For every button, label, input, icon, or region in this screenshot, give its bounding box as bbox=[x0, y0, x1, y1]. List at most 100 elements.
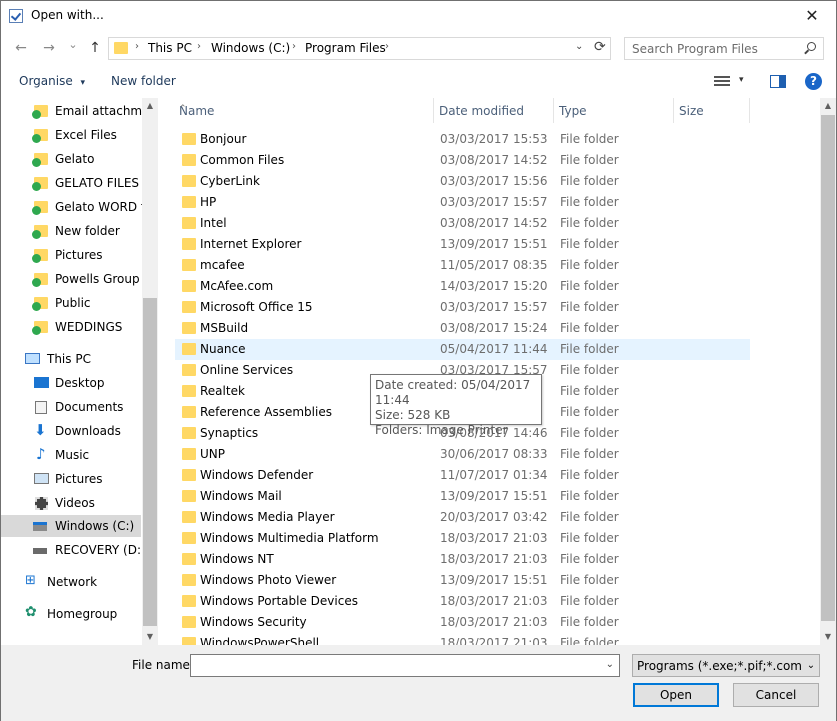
sidebar-item-pictures[interactable]: Pictures bbox=[1, 468, 141, 490]
sidebar-item-powells-group[interactable]: Powells Group bbox=[1, 268, 141, 290]
sidebar-item-email-attachments[interactable]: Email attachmer bbox=[1, 100, 154, 122]
file-date-modified: 30/06/2017 08:33 bbox=[440, 447, 548, 461]
breadcrumb-this-pc[interactable]: This PC bbox=[148, 41, 192, 55]
new-folder-button[interactable]: New folder bbox=[111, 74, 176, 88]
breadcrumb-program-files[interactable]: Program Files bbox=[305, 41, 386, 55]
file-name: mcafee bbox=[200, 258, 245, 272]
file-list: Name ⌃ Date modified Type Size Bonjour 03… bbox=[158, 98, 820, 645]
file-row[interactable]: Windows Mail 13/09/2017 15:51 File folder bbox=[175, 486, 750, 507]
back-arrow-icon[interactable]: ← bbox=[12, 39, 30, 57]
file-row[interactable]: Windows Defender 11/07/2017 01:34 File fol… bbox=[175, 465, 750, 486]
file-list-scrollbar[interactable]: ▲ ▼ bbox=[820, 98, 836, 645]
file-date-modified: 03/03/2017 15:53 bbox=[440, 132, 548, 146]
refresh-icon[interactable]: ⟳ bbox=[594, 39, 606, 55]
address-bar[interactable]: › This PC › Windows (C:) › Program Files… bbox=[108, 37, 611, 60]
file-row[interactable]: Windows Photo Viewer 13/09/2017 15:51 File… bbox=[175, 570, 750, 591]
organise-button[interactable]: Organise ▾ bbox=[19, 74, 85, 88]
file-row[interactable]: Bonjour 03/03/2017 15:53 File folder bbox=[175, 129, 750, 150]
file-row[interactable]: MSBuild 03/08/2017 15:24 File folder bbox=[175, 318, 750, 339]
cancel-button[interactable]: Cancel bbox=[733, 683, 819, 707]
breadcrumb-windows-c[interactable]: Windows (C:) bbox=[211, 41, 290, 55]
recent-locations-icon[interactable]: ⌄ bbox=[64, 36, 82, 54]
file-row[interactable]: Internet Explorer 13/09/2017 15:51 File fo… bbox=[175, 234, 750, 255]
file-type: File folder bbox=[560, 342, 619, 356]
search-icon[interactable] bbox=[804, 42, 816, 54]
sidebar-item-music[interactable]: ♪ Music bbox=[1, 444, 141, 466]
file-row[interactable]: Common Files 03/08/2017 14:52 File folder bbox=[175, 150, 750, 171]
file-name: Common Files bbox=[200, 153, 285, 167]
sidebar-item-label: Downloads bbox=[55, 424, 121, 438]
file-row[interactable]: Nuance 05/04/2017 11:44 File folder bbox=[175, 339, 750, 360]
sidebar-item-recovery-d[interactable]: RECOVERY (D:) bbox=[1, 539, 146, 561]
sidebar-item-homegroup[interactable]: ✿ Homegroup bbox=[1, 603, 141, 625]
sidebar-item-gelato-word-files[interactable]: Gelato WORD fil bbox=[1, 196, 152, 218]
scroll-up-arrow-icon[interactable]: ▲ bbox=[820, 98, 836, 114]
folder-icon bbox=[182, 511, 196, 523]
column-header-name[interactable]: Name ⌃ bbox=[174, 98, 434, 123]
file-row[interactable]: Windows Portable Devices 18/03/2017 21:03… bbox=[175, 591, 750, 612]
file-row[interactable]: CyberLink 03/03/2017 15:56 File folder bbox=[175, 171, 750, 192]
chevron-down-icon[interactable]: ▾ bbox=[739, 75, 744, 85]
folder-icon bbox=[182, 574, 196, 586]
file-type: File folder bbox=[560, 300, 619, 314]
column-header-size[interactable]: Size bbox=[674, 98, 750, 123]
file-type-filter[interactable]: Programs (*.exe;*.pif;*.com;*.bat;*.cmd)… bbox=[632, 654, 820, 677]
scrollbar-thumb[interactable] bbox=[821, 115, 835, 621]
sidebar-item-gelato-files[interactable]: GELATO FILES bbox=[1, 172, 141, 194]
sidebar-item-windows-c[interactable]: Windows (C:) bbox=[1, 515, 141, 537]
search-input[interactable]: Search Program Files bbox=[624, 37, 824, 60]
up-arrow-icon[interactable]: ↑ bbox=[86, 39, 104, 57]
file-name-input[interactable]: ⌄ bbox=[190, 654, 620, 677]
file-date-modified: 18/03/2017 21:03 bbox=[440, 531, 548, 545]
file-row[interactable]: mcafee 11/05/2017 08:35 File folder bbox=[175, 255, 750, 276]
sidebar-item-pictures-folder[interactable]: Pictures bbox=[1, 244, 141, 266]
scroll-down-arrow-icon[interactable]: ▼ bbox=[820, 629, 836, 645]
file-type-filter-value: Programs (*.exe;*.pif;*.com;*.bat;*.cmd) bbox=[637, 659, 819, 673]
folder-icon bbox=[182, 532, 196, 544]
help-icon[interactable]: ? bbox=[805, 73, 822, 90]
sidebar-item-weddings[interactable]: WEDDINGS bbox=[1, 316, 141, 338]
sidebar-item-desktop[interactable]: Desktop bbox=[1, 372, 141, 394]
sidebar-item-network[interactable]: ⊞ Network bbox=[1, 571, 141, 593]
navigation-scrollbar[interactable]: ▲ ▼ bbox=[142, 98, 158, 645]
forward-arrow-icon[interactable]: → bbox=[40, 39, 58, 57]
scroll-up-arrow-icon[interactable]: ▲ bbox=[142, 98, 158, 114]
sidebar-item-label: Documents bbox=[55, 400, 124, 414]
open-button[interactable]: Open bbox=[633, 683, 719, 707]
file-name: Windows NT bbox=[200, 552, 274, 566]
file-name: McAfee.com bbox=[200, 279, 274, 293]
file-row[interactable]: Windows Security 18/03/2017 21:03 File fol… bbox=[175, 612, 750, 633]
close-button[interactable]: ✕ bbox=[792, 3, 832, 29]
scroll-down-arrow-icon[interactable]: ▼ bbox=[142, 629, 158, 645]
file-row[interactable]: WindowsPowerShell 18/03/2017 21:03 File fo… bbox=[175, 633, 750, 645]
sidebar-item-gelato[interactable]: Gelato bbox=[1, 148, 141, 170]
file-row[interactable]: Microsoft Office 15 03/03/2017 15:57 File … bbox=[175, 297, 750, 318]
sidebar-item-downloads[interactable]: ⬇ Downloads bbox=[1, 420, 141, 442]
sidebar-item-this-pc[interactable]: This PC bbox=[1, 348, 141, 370]
file-row[interactable]: Intel 03/08/2017 14:52 File folder bbox=[175, 213, 750, 234]
file-row[interactable]: McAfee.com 14/03/2017 15:20 File folder bbox=[175, 276, 750, 297]
sidebar-item-videos[interactable]: Videos bbox=[1, 492, 141, 514]
file-name: Windows Defender bbox=[200, 468, 314, 482]
chevron-down-icon[interactable]: ⌄ bbox=[606, 659, 614, 670]
file-row[interactable]: Windows Media Player 20/03/2017 03:42 File… bbox=[175, 507, 750, 528]
file-row[interactable]: Windows Multimedia Platform 18/03/2017 21… bbox=[175, 528, 750, 549]
sidebar-item-documents[interactable]: Documents bbox=[1, 396, 141, 418]
file-row[interactable]: UNP 30/06/2017 08:33 File folder bbox=[175, 444, 750, 465]
preview-pane-icon[interactable] bbox=[770, 75, 786, 88]
sidebar-item-label: Gelato bbox=[55, 152, 95, 166]
videos-icon bbox=[35, 497, 48, 510]
sidebar-item-new-folder[interactable]: New folder bbox=[1, 220, 141, 242]
file-name: Reference Assemblies bbox=[200, 405, 332, 419]
column-header-date-modified[interactable]: Date modified bbox=[434, 98, 554, 123]
sidebar-item-public[interactable]: Public bbox=[1, 292, 141, 314]
column-header-type[interactable]: Type bbox=[554, 98, 674, 123]
scrollbar-thumb[interactable] bbox=[143, 298, 157, 626]
address-dropdown-icon[interactable]: ⌄ bbox=[575, 41, 583, 52]
sidebar-item-excel-files[interactable]: Excel Files bbox=[1, 124, 141, 146]
file-row[interactable]: HP 03/03/2017 15:57 File folder bbox=[175, 192, 750, 213]
folder-synced-icon bbox=[32, 129, 48, 143]
change-view-icon[interactable] bbox=[714, 76, 730, 88]
file-date-modified: 20/03/2017 03:42 bbox=[440, 510, 548, 524]
file-row[interactable]: Windows NT 18/03/2017 21:03 File folder bbox=[175, 549, 750, 570]
